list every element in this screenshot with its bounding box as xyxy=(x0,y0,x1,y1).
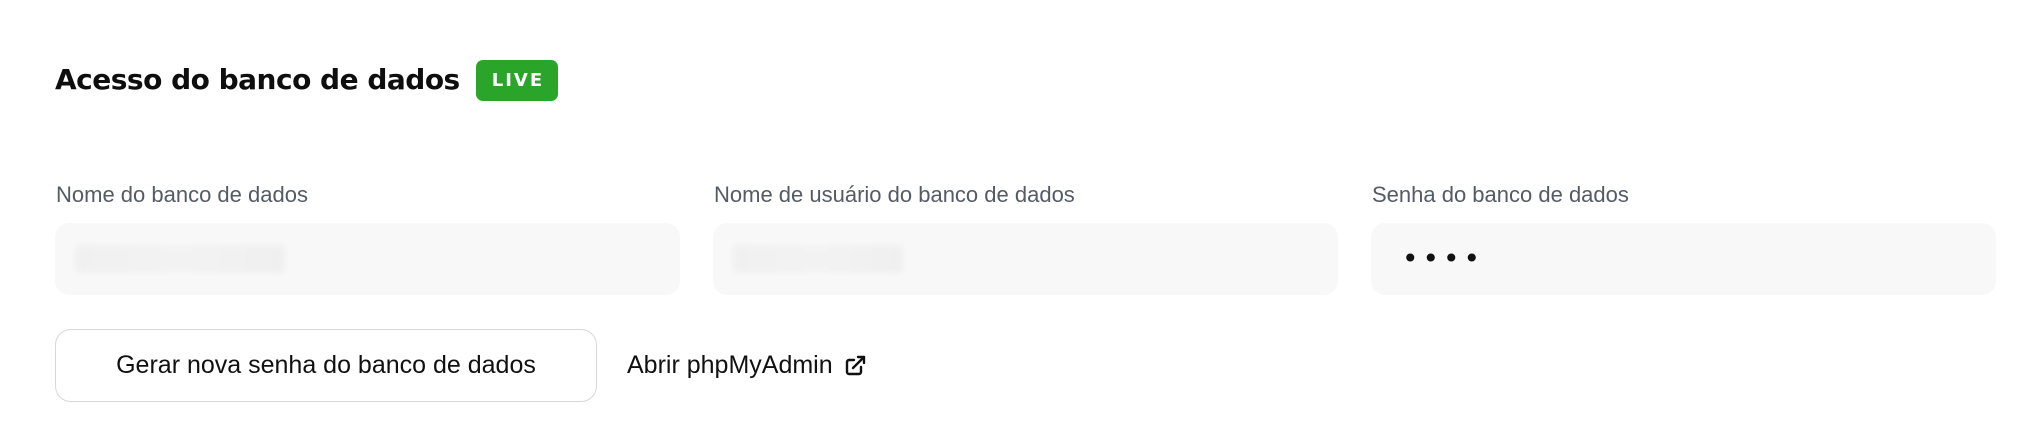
generate-new-password-button[interactable]: Gerar nova senha do banco de dados xyxy=(55,329,597,402)
database-password-masked-value: •••• xyxy=(1402,242,1485,275)
database-name-field: Nome do banco de dados xyxy=(55,180,680,295)
database-username-field: Nome de usuário do banco de dados xyxy=(713,180,1338,295)
database-password-field: Senha do banco de dados •••• xyxy=(1371,180,1996,295)
actions-row: Gerar nova senha do banco de dados Abrir… xyxy=(55,329,867,402)
database-access-panel: Acesso do banco de dados LIVE Nome do ba… xyxy=(0,0,2034,434)
external-link-icon xyxy=(845,355,865,375)
database-name-label: Nome do banco de dados xyxy=(56,182,308,207)
database-name-value-redacted xyxy=(75,245,285,273)
live-status-badge: LIVE xyxy=(475,59,559,101)
database-password-value-box[interactable]: •••• xyxy=(1371,223,1996,295)
credentials-fields: Nome do banco de dados Nome de usuário d… xyxy=(55,180,1996,295)
database-username-value-redacted xyxy=(733,245,903,273)
section-header: Acesso do banco de dados LIVE xyxy=(55,58,559,102)
open-phpmyadmin-label: Abrir phpMyAdmin xyxy=(627,351,833,379)
database-password-label: Senha do banco de dados xyxy=(1372,182,1629,207)
section-title: Acesso do banco de dados xyxy=(55,63,460,96)
database-username-value-box[interactable] xyxy=(713,223,1338,295)
database-name-value-box[interactable] xyxy=(55,223,680,295)
open-phpmyadmin-link[interactable]: Abrir phpMyAdmin xyxy=(627,351,867,380)
database-username-label: Nome de usuário do banco de dados xyxy=(714,182,1075,207)
